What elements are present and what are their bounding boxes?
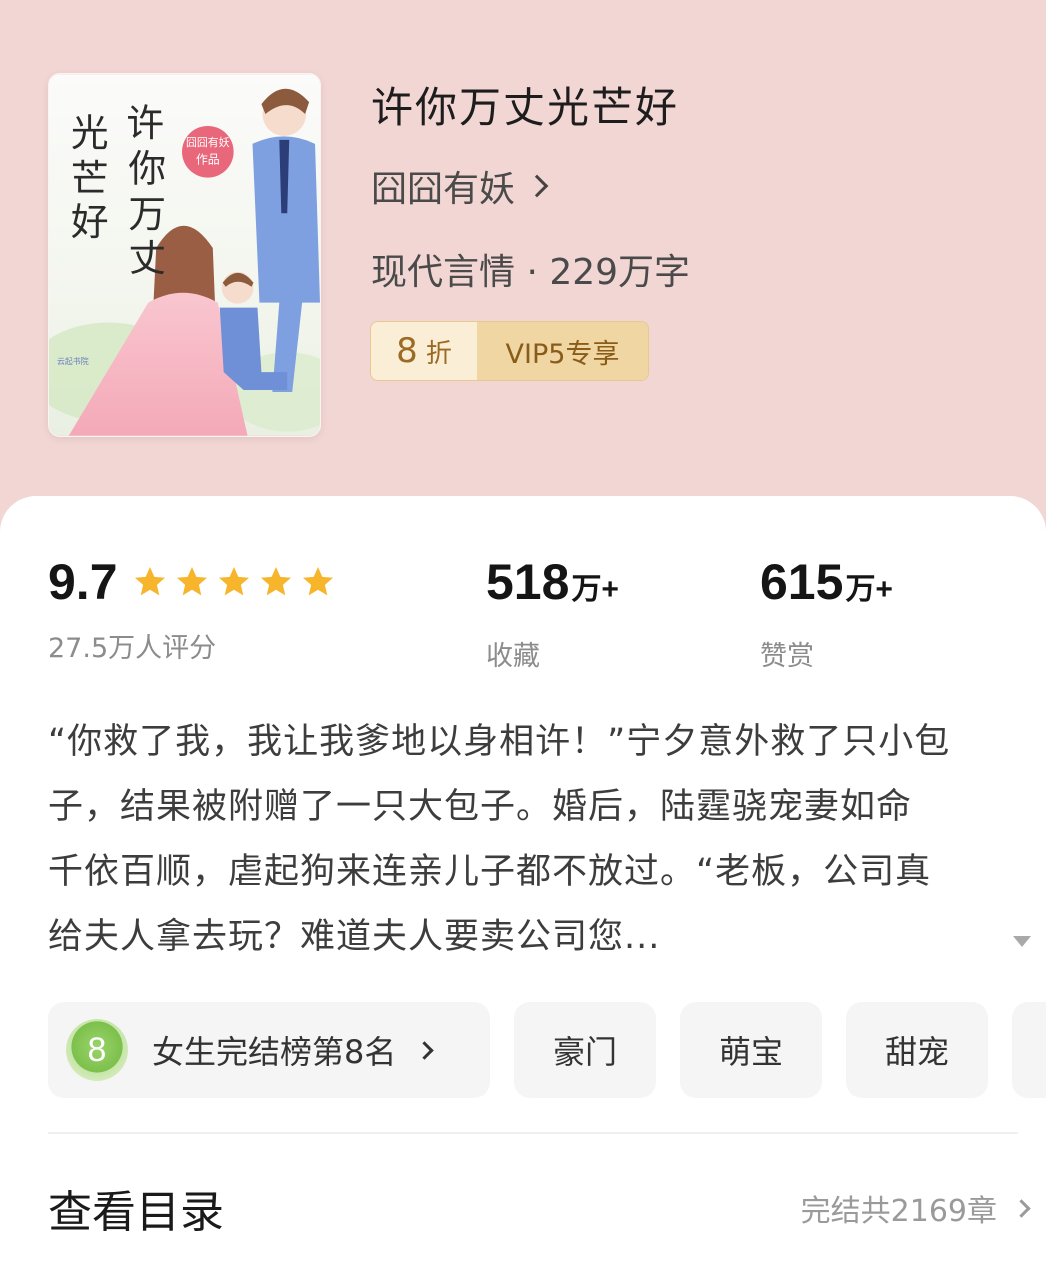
- cover-title-char: 你: [128, 147, 166, 191]
- discount-number: 8: [396, 331, 418, 371]
- author-name: 囧囧有妖: [371, 169, 516, 210]
- tag-item[interactable]: 豪门: [514, 1002, 656, 1098]
- book-description[interactable]: “你救了我，我让我爹地以身相许！”宁夕意外救了只小包 子，结果被附赠了一只大包子…: [48, 710, 1043, 970]
- chevron-right-icon: [1012, 1198, 1031, 1218]
- book-detail-card: 9.7 27.5万人评分 518 万+ 收藏 615 万+ 赞赏 “你救了我，我…: [0, 496, 1046, 1280]
- reward-stat[interactable]: 615 万+ 赞赏: [760, 550, 893, 673]
- reward-label: 赞赏: [760, 641, 814, 672]
- rating-block[interactable]: 9.7 27.5万人评分: [48, 550, 342, 665]
- star-icon: [302, 567, 333, 596]
- cover-stamp-label: 作品: [196, 153, 220, 167]
- vip-level-label: VIP5专享: [477, 322, 648, 380]
- book-title: 许你万丈光芒好: [371, 83, 680, 132]
- rating-score: 9.7: [48, 554, 118, 610]
- divider: [48, 1132, 1018, 1134]
- author-link[interactable]: 囧囧有妖: [371, 160, 549, 212]
- book-category-wordcount: 现代言情 · 229万字: [371, 252, 691, 293]
- reward-number: 615: [760, 554, 844, 610]
- chevron-right-icon: [525, 174, 549, 198]
- cover-publisher-logo: 云起书院: [57, 356, 89, 366]
- collect-unit: 万+: [571, 573, 619, 606]
- star-icon: [260, 567, 291, 596]
- tag-item-partial[interactable]: [1012, 1002, 1046, 1098]
- cover-title-char: 好: [71, 200, 109, 244]
- description-line: 给夫人拿去玩？难道夫人要卖公司您...: [48, 917, 661, 957]
- rank-medal-icon: 8: [66, 1019, 128, 1081]
- collect-stat: 518 万+ 收藏: [486, 550, 619, 673]
- ranking-label: 女生完结榜第8名: [152, 1033, 397, 1071]
- star-icon: [218, 567, 249, 596]
- tag-item[interactable]: 萌宝: [680, 1002, 822, 1098]
- toc-chapter-count-link[interactable]: 完结共2169章: [800, 1186, 1031, 1230]
- cover-stamp-author: 囧囧有妖: [186, 135, 230, 149]
- rating-count: 27.5万人评分: [48, 633, 217, 664]
- description-line: 千依百顺，虐起狗来连亲儿子都不放过。“老板，公司真: [48, 852, 932, 892]
- cover-title-char: 光: [71, 111, 109, 155]
- ranking-tag[interactable]: 8 女生完结榜第8名: [48, 1002, 490, 1098]
- vip-discount-badge[interactable]: 8 折 VIP5专享: [370, 321, 649, 381]
- cover-title-char: 芒: [71, 156, 109, 200]
- book-cover-image[interactable]: 许 你 万 丈 光 芒 好 囧囧有妖 作品 云起书院: [48, 73, 321, 437]
- toc-title[interactable]: 查看目录: [48, 1176, 224, 1240]
- rating-stars: [132, 564, 342, 600]
- expand-description-icon[interactable]: [1013, 936, 1031, 947]
- collect-label: 收藏: [486, 641, 540, 672]
- cover-title-char: 万: [128, 192, 166, 236]
- tag-item[interactable]: 甜宠: [846, 1002, 988, 1098]
- star-icon: [134, 567, 165, 596]
- cover-title-char: 丈: [128, 236, 166, 280]
- chapter-count: 完结共2169章: [800, 1194, 997, 1229]
- description-line: “你救了我，我让我爹地以身相许！”宁夕意外救了只小包: [48, 722, 951, 762]
- tag-row: 8 女生完结榜第8名 豪门 萌宝 甜宠: [48, 1002, 1046, 1098]
- discount-label: 8 折: [371, 322, 477, 380]
- collect-number: 518: [486, 554, 570, 610]
- description-line: 子，结果被附赠了一只大包子。婚后，陆霆骁宠妻如命: [48, 787, 913, 827]
- reward-unit: 万+: [845, 573, 893, 606]
- discount-unit: 折: [425, 338, 452, 369]
- cover-title-char: 许: [126, 101, 164, 145]
- star-icon: [176, 567, 207, 596]
- book-header: 许 你 万 丈 光 芒 好 囧囧有妖 作品 云起书院 许你万丈光芒好 囧囧有妖 …: [0, 0, 1046, 520]
- chevron-right-icon: [415, 1040, 435, 1060]
